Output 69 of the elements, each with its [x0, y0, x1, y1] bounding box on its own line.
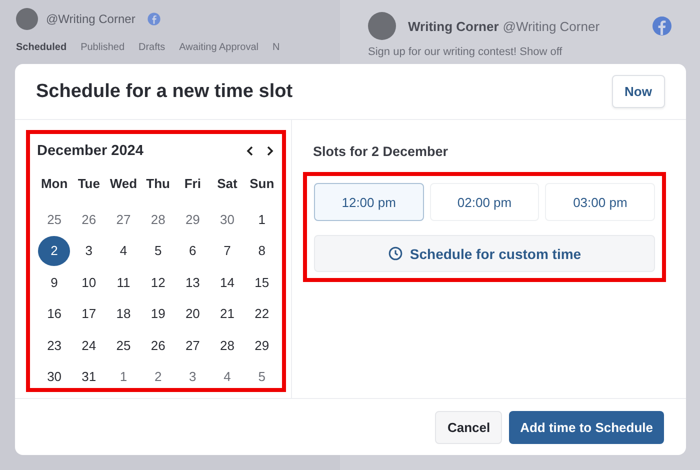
calendar-day[interactable]: 16	[38, 298, 70, 329]
weekday-label: Sun	[248, 175, 276, 193]
calendar-day[interactable]: 12	[142, 267, 174, 298]
calendar-day[interactable]: 2	[142, 362, 174, 392]
calendar-day[interactable]: 5	[142, 236, 174, 266]
weekday-label: Sat	[216, 175, 238, 193]
month-label: December 2024	[37, 143, 144, 159]
weekday-label: Tue	[76, 175, 101, 193]
calendar-day[interactable]: 27	[107, 204, 140, 234]
add-time-button[interactable]: Add time to Schedule	[509, 410, 664, 444]
calendar-day[interactable]: 3	[72, 236, 105, 266]
account-name: Writing Corner	[408, 18, 499, 34]
calendar-day[interactable]: 29	[176, 204, 209, 234]
calendar-day[interactable]: 3	[176, 362, 209, 392]
calendar-day[interactable]: 21	[211, 298, 244, 329]
avatar	[16, 8, 38, 30]
calendar-day[interactable]: 6	[176, 236, 209, 266]
time-slot-button[interactable]: 02:00 pm	[430, 183, 540, 221]
social-icon	[147, 12, 162, 26]
weekday-label: Fri	[183, 175, 202, 193]
calendar-day[interactable]: 11	[107, 267, 140, 298]
calendar-day[interactable]: 28	[211, 330, 244, 360]
now-button[interactable]: Now	[612, 75, 665, 108]
calendar-day[interactable]: 2	[38, 236, 70, 266]
calendar-day[interactable]: 25	[107, 330, 140, 360]
calendar-day[interactable]: 30	[38, 362, 70, 392]
calendar-day[interactable]: 26	[142, 330, 174, 360]
calendar-day[interactable]: 4	[107, 236, 140, 266]
calendar-day[interactable]: 15	[246, 267, 278, 298]
calendar-day[interactable]: 13	[176, 267, 209, 298]
calendar-day[interactable]: 18	[107, 298, 140, 329]
account-handle: @Writing Corner	[502, 18, 600, 34]
custom-time-button[interactable]: Schedule for custom time	[314, 235, 655, 272]
calendar-day[interactable]: 17	[72, 298, 105, 329]
calendar-day[interactable]: 27	[176, 330, 209, 360]
calendar-day[interactable]: 14	[211, 267, 244, 298]
post-text: Sign up for our writing contest! Show off	[368, 46, 564, 58]
account-handle: @Writing Corner	[46, 12, 136, 26]
calendar-day[interactable]: 20	[176, 298, 209, 329]
cancel-button[interactable]: Cancel	[435, 410, 502, 444]
calendar-day[interactable]: 29	[246, 330, 278, 360]
calendar-day[interactable]: 25	[38, 204, 70, 234]
tab[interactable]: Scheduled	[16, 42, 67, 53]
calendar-day[interactable]: 5	[246, 362, 278, 392]
calendar-day[interactable]: 19	[142, 298, 174, 329]
calendar-day[interactable]: 26	[72, 204, 105, 234]
avatar	[368, 12, 396, 40]
calendar-day[interactable]: 8	[246, 236, 278, 266]
calendar-day[interactable]: 7	[211, 236, 244, 266]
calendar-day[interactable]: 22	[246, 298, 278, 329]
weekday-label: Thu	[145, 175, 171, 193]
calendar-day[interactable]: 30	[211, 204, 244, 234]
calendar-day[interactable]: 4	[211, 362, 244, 392]
calendar-day[interactable]: 10	[72, 267, 105, 298]
slots-heading: Slots for 2 December	[313, 144, 450, 159]
calendar-day[interactable]: 24	[72, 330, 105, 360]
clock-icon	[388, 246, 403, 261]
calendar-day[interactable]: 23	[38, 330, 70, 360]
time-slot-button[interactable]: 03:00 pm	[545, 183, 656, 221]
time-slot-button[interactable]: 12:00 pm	[314, 183, 424, 221]
social-icon	[652, 16, 672, 36]
calendar-day[interactable]: 31	[72, 362, 105, 392]
weekday-label: Wed	[108, 175, 138, 193]
dialog-title: Schedule for a new time slot	[36, 80, 293, 102]
calendar-day[interactable]: 1	[107, 362, 140, 392]
calendar-day[interactable]: 1	[246, 204, 278, 234]
calendar-day[interactable]: 28	[142, 204, 174, 234]
calendar-day[interactable]: 9	[38, 267, 70, 298]
weekday-label: Mon	[40, 175, 69, 193]
